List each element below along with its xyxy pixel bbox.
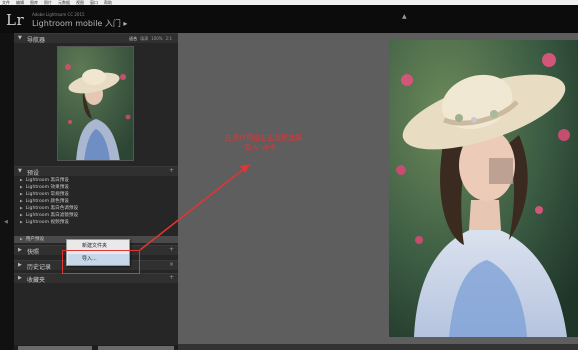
annotation-text: 在用户预设右击鼠标选择 “导入”命令	[225, 133, 385, 153]
filmstrip-edge	[178, 344, 578, 350]
lightroom-window: 文件 编辑 图库 照片 元数据 视图 窗口 帮助 Lr Adobe Lightr…	[0, 0, 578, 350]
annotation-line-1: 在用户预设右击鼠标选择	[225, 134, 302, 142]
annotation-line-2: “导入”命令	[241, 144, 277, 152]
photo-image	[389, 40, 578, 337]
main-photo[interactable]	[389, 40, 578, 337]
mosaic-blur	[489, 158, 513, 184]
